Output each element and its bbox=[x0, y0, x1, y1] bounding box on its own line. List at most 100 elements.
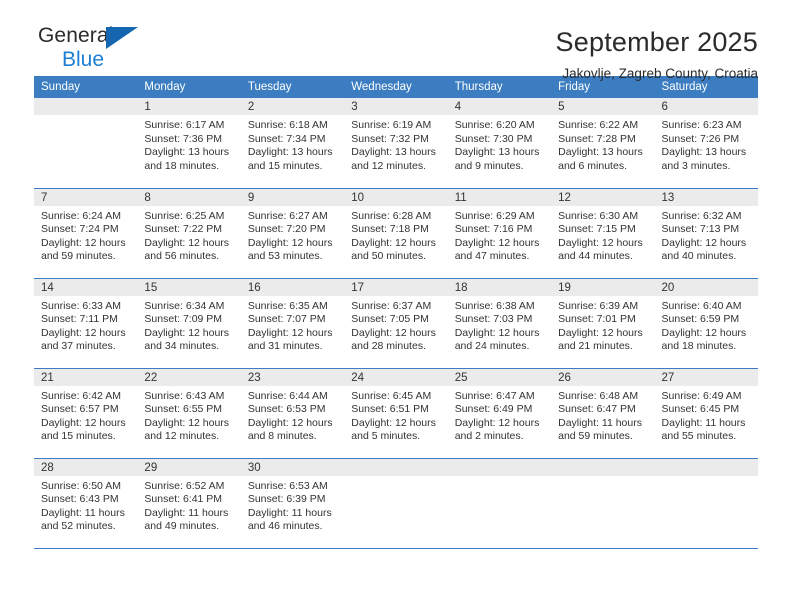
daylight-line: Daylight: 12 hours bbox=[247, 416, 333, 429]
calendar-day-cell[interactable]: 2 Sunrise: 6:18 AM Sunset: 7:34 PM Daylight… bbox=[240, 98, 345, 187]
day-detail-text: Sunrise: 6:20 AM Sunset: 7:30 PM Daylight:… bbox=[448, 115, 551, 173]
day-detail-text: Sunrise: 6:38 AM Sunset: 7:03 PM Daylight:… bbox=[448, 296, 551, 354]
day-detail-text: Sunrise: 6:34 AM Sunset: 7:09 PM Daylight:… bbox=[137, 296, 240, 354]
calendar-day-cell[interactable]: 10 Sunrise: 6:28 AM Sunset: 7:18 PM Dayligh… bbox=[344, 188, 448, 278]
sunrise-line: Sunrise: 6:28 AM bbox=[351, 209, 432, 222]
day-detail-text: Sunrise: 6:17 AM Sunset: 7:36 PM Daylight:… bbox=[137, 115, 240, 173]
daylight-line: Daylight: 12 hours bbox=[454, 416, 540, 429]
sunset-line: Sunset: 7:20 PM bbox=[247, 223, 326, 235]
daylight-line: Daylight: 12 hours bbox=[661, 326, 747, 339]
sunset-line: Sunset: 7:18 PM bbox=[351, 223, 429, 235]
sunrise-line: Sunrise: 6:34 AM bbox=[144, 299, 225, 312]
daylight-line-cont: and 44 minutes. bbox=[558, 250, 633, 262]
sunrise-line: Sunrise: 6:53 AM bbox=[247, 479, 328, 492]
sunset-line: Sunset: 6:51 PM bbox=[351, 403, 429, 415]
calendar-day-cell[interactable]: 24 Sunrise: 6:45 AM Sunset: 6:51 PM Dayligh… bbox=[344, 368, 448, 458]
sunset-line: Sunset: 6:41 PM bbox=[144, 493, 223, 505]
calendar-day-cell[interactable]: 12 Sunrise: 6:30 AM Sunset: 7:15 PM Dayligh… bbox=[551, 188, 655, 278]
calendar-day-cell-empty bbox=[447, 458, 552, 548]
daylight-line: Daylight: 13 hours bbox=[247, 146, 333, 158]
day-detail-text: Sunrise: 6:35 AM Sunset: 7:07 PM Daylight:… bbox=[241, 296, 344, 354]
calendar-day-cell[interactable]: 6 Sunrise: 6:23 AM Sunset: 7:26 PM Daylight… bbox=[654, 98, 758, 187]
daylight-line-cont: and 59 minutes. bbox=[558, 430, 633, 442]
calendar-day-cell[interactable]: 18 Sunrise: 6:38 AM Sunset: 7:03 PM Dayligh… bbox=[447, 278, 552, 368]
daylight-line-cont: and 52 minutes. bbox=[41, 520, 116, 532]
calendar-day-cell[interactable]: 15 Sunrise: 6:34 AM Sunset: 7:09 PM Dayligh… bbox=[137, 278, 241, 368]
calendar-day-cell[interactable]: 17 Sunrise: 6:37 AM Sunset: 7:05 PM Dayligh… bbox=[344, 278, 448, 368]
day-number bbox=[447, 458, 552, 476]
calendar-day-cell[interactable]: 29 Sunrise: 6:52 AM Sunset: 6:41 PM Dayligh… bbox=[137, 458, 241, 548]
calendar-day-cell[interactable]: 13 Sunrise: 6:32 AM Sunset: 7:13 PM Dayligh… bbox=[654, 188, 758, 278]
calendar-day-cell[interactable]: 21 Sunrise: 6:42 AM Sunset: 6:57 PM Dayligh… bbox=[34, 368, 138, 458]
calendar-day-cell[interactable]: 26 Sunrise: 6:48 AM Sunset: 6:47 PM Dayligh… bbox=[551, 368, 655, 458]
daylight-line-cont: and 6 minutes. bbox=[558, 159, 627, 172]
day-number: 23 bbox=[240, 368, 345, 386]
calendar-day-cell[interactable]: 20 Sunrise: 6:40 AM Sunset: 6:59 PM Dayligh… bbox=[654, 278, 758, 368]
calendar-day-cell[interactable]: 19 Sunrise: 6:39 AM Sunset: 7:01 PM Dayligh… bbox=[551, 278, 655, 368]
calendar-day-cell[interactable]: 9 Sunrise: 6:27 AM Sunset: 7:20 PM Daylight… bbox=[240, 188, 345, 278]
day-detail-text: Sunrise: 6:42 AM Sunset: 6:57 PM Daylight:… bbox=[34, 386, 137, 444]
calendar-week-row: 7 Sunrise: 6:24 AM Sunset: 7:24 PM Daylight… bbox=[34, 188, 758, 279]
daylight-line: Daylight: 12 hours bbox=[661, 236, 747, 249]
daylight-line-cont: and 59 minutes. bbox=[41, 250, 116, 262]
title-block: September 2025 Jakovlje, Zagreb County, … bbox=[556, 24, 758, 84]
day-detail-text: Sunrise: 6:44 AM Sunset: 6:53 PM Daylight:… bbox=[241, 386, 344, 444]
daylight-line: Daylight: 11 hours bbox=[144, 506, 229, 519]
calendar-day-cell-empty bbox=[551, 458, 655, 548]
calendar-day-cell-empty bbox=[654, 458, 758, 548]
day-number: 8 bbox=[137, 188, 241, 206]
daylight-line: Daylight: 11 hours bbox=[41, 506, 125, 519]
daylight-line-cont: and 40 minutes. bbox=[661, 250, 737, 262]
calendar-day-cell[interactable]: 8 Sunrise: 6:25 AM Sunset: 7:22 PM Daylight… bbox=[137, 188, 241, 278]
sunrise-line: Sunrise: 6:35 AM bbox=[247, 299, 328, 312]
calendar-day-cell[interactable]: 16 Sunrise: 6:35 AM Sunset: 7:07 PM Dayligh… bbox=[240, 278, 345, 368]
sunset-line: Sunset: 6:57 PM bbox=[41, 403, 119, 415]
logo-text-blue: Blue bbox=[62, 48, 105, 71]
general-blue-logo: General Blue bbox=[34, 24, 164, 76]
daylight-line: Daylight: 11 hours bbox=[558, 416, 642, 429]
daylight-line-cont: and 18 minutes. bbox=[661, 340, 737, 352]
calendar-day-cell[interactable]: 7 Sunrise: 6:24 AM Sunset: 7:24 PM Daylight… bbox=[34, 188, 138, 278]
daylight-line-cont: and 15 minutes. bbox=[247, 159, 323, 172]
day-number: 19 bbox=[551, 278, 655, 296]
daylight-line: Daylight: 12 hours bbox=[144, 326, 230, 339]
calendar-day-cell[interactable]: 5 Sunrise: 6:22 AM Sunset: 7:28 PM Daylight… bbox=[551, 98, 655, 187]
calendar-day-cell[interactable]: 30 Sunrise: 6:53 AM Sunset: 6:39 PM Dayligh… bbox=[240, 458, 345, 548]
daylight-line: Daylight: 13 hours bbox=[454, 146, 540, 158]
calendar-day-cell[interactable]: 23 Sunrise: 6:44 AM Sunset: 6:53 PM Dayligh… bbox=[240, 368, 345, 458]
daylight-line-cont: and 49 minutes. bbox=[144, 520, 220, 532]
day-number: 28 bbox=[34, 458, 138, 476]
calendar-day-cell[interactable]: 11 Sunrise: 6:29 AM Sunset: 7:16 PM Dayligh… bbox=[447, 188, 552, 278]
day-number: 3 bbox=[344, 98, 448, 115]
sunrise-line: Sunrise: 6:39 AM bbox=[558, 299, 639, 312]
sunset-line: Sunset: 6:53 PM bbox=[247, 403, 326, 415]
daylight-line-cont: and 3 minutes. bbox=[661, 159, 731, 172]
day-detail-text bbox=[34, 115, 137, 119]
day-number bbox=[654, 458, 758, 476]
daylight-line: Daylight: 12 hours bbox=[454, 236, 540, 249]
day-number: 13 bbox=[654, 188, 758, 206]
sunrise-line: Sunrise: 6:27 AM bbox=[247, 209, 328, 222]
calendar-week-row: 1 Sunrise: 6:17 AM Sunset: 7:36 PM Daylight… bbox=[34, 98, 758, 189]
calendar-day-cell[interactable]: 25 Sunrise: 6:47 AM Sunset: 6:49 PM Dayligh… bbox=[447, 368, 552, 458]
calendar-day-cell[interactable]: 1 Sunrise: 6:17 AM Sunset: 7:36 PM Daylight… bbox=[137, 98, 241, 187]
calendar-day-cell[interactable]: 14 Sunrise: 6:33 AM Sunset: 7:11 PM Dayligh… bbox=[34, 278, 138, 368]
day-detail-text: Sunrise: 6:37 AM Sunset: 7:05 PM Daylight:… bbox=[344, 296, 447, 354]
day-detail-text: Sunrise: 6:22 AM Sunset: 7:28 PM Daylight:… bbox=[551, 115, 654, 173]
day-detail-text: Sunrise: 6:48 AM Sunset: 6:47 PM Daylight:… bbox=[551, 386, 654, 444]
sunrise-sunset-calendar: Sunday Monday Tuesday Wednesday Thursday Frid… bbox=[34, 76, 758, 549]
daylight-line: Daylight: 12 hours bbox=[454, 326, 540, 339]
sunset-line: Sunset: 7:11 PM bbox=[41, 313, 118, 325]
calendar-day-cell[interactable]: 4 Sunrise: 6:20 AM Sunset: 7:30 PM Daylight… bbox=[447, 98, 552, 187]
day-number: 21 bbox=[34, 368, 138, 386]
day-detail-text: Sunrise: 6:47 AM Sunset: 6:49 PM Daylight:… bbox=[448, 386, 551, 444]
day-detail-text: Sunrise: 6:23 AM Sunset: 7:26 PM Daylight:… bbox=[655, 115, 758, 173]
calendar-day-cell[interactable]: 27 Sunrise: 6:49 AM Sunset: 6:45 PM Dayligh… bbox=[654, 368, 758, 458]
daylight-line: Daylight: 12 hours bbox=[558, 236, 643, 249]
day-number: 24 bbox=[344, 368, 448, 386]
calendar-day-cell[interactable]: 22 Sunrise: 6:43 AM Sunset: 6:55 PM Dayligh… bbox=[137, 368, 241, 458]
calendar-day-cell[interactable]: 28 Sunrise: 6:50 AM Sunset: 6:43 PM Dayligh… bbox=[34, 458, 138, 548]
calendar-day-cell[interactable]: 3 Sunrise: 6:19 AM Sunset: 7:32 PM Daylight… bbox=[344, 98, 448, 187]
day-number: 5 bbox=[551, 98, 655, 115]
day-detail-text: Sunrise: 6:29 AM Sunset: 7:16 PM Daylight:… bbox=[448, 206, 551, 264]
